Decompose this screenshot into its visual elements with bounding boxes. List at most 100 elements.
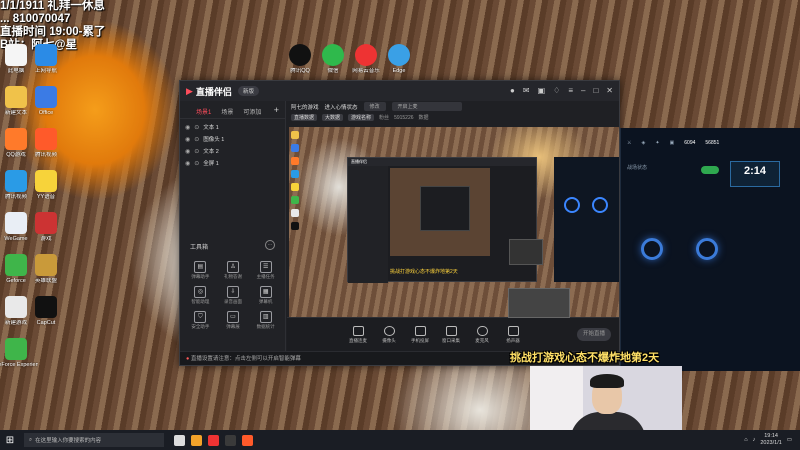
desktop-icon[interactable]: 游戏 — [24, 212, 68, 243]
nested-webcam — [509, 239, 543, 265]
stat-value: 6094 — [684, 140, 696, 146]
desktop-icon-label: 腾讯视频 — [34, 152, 57, 158]
notification-icon[interactable]: ▭ — [787, 437, 792, 443]
control-item[interactable]: 窗口采集 — [440, 326, 462, 344]
version-badge[interactable]: 新版 — [237, 86, 259, 96]
clock[interactable]: 19:14 2023/1/1 — [760, 433, 781, 447]
tool-item[interactable]: ▤ 弹幕助手 — [184, 261, 217, 280]
room-title[interactable]: 阿七的游戏 — [291, 103, 319, 111]
tool-label: 主播任务 — [256, 274, 275, 279]
source-label: 文本 1 — [203, 125, 219, 131]
lock-icon[interactable]: ⊙ — [194, 136, 199, 143]
scene-tabs: 场景1 场景 可添加 + — [180, 101, 285, 119]
tool-item[interactable]: ⇩ 录音画面 — [217, 286, 250, 305]
menu-icon[interactable]: ≡ — [568, 86, 573, 95]
lock-icon[interactable]: ⊙ — [194, 160, 199, 167]
desktop-icon[interactable]: YY语音 — [24, 170, 68, 201]
desktop-icon[interactable]: Edge — [377, 44, 421, 75]
room-info-row: 阿七的游戏 进入心情状态 修改 开启上麦 — [287, 101, 619, 112]
app-icon — [35, 44, 57, 66]
mail-icon[interactable]: ✉ — [523, 86, 530, 95]
eye-icon[interactable]: ◉ — [185, 160, 190, 167]
game-nav-icon[interactable]: ⚔ — [627, 140, 631, 146]
start-stream-button[interactable]: 开始直播 — [577, 328, 611, 341]
maximize-icon[interactable]: □ — [593, 86, 598, 95]
toolbox-title: 工具箱 — [190, 245, 209, 251]
tool-item[interactable]: ◎ 智能助理 — [184, 286, 217, 305]
volume-icon[interactable]: ♪ — [753, 437, 756, 443]
close-icon[interactable]: ✕ — [606, 86, 613, 95]
tool-item[interactable]: ☰ 主播任务 — [249, 261, 282, 280]
tool-item[interactable]: ▦ 弹幕机 — [249, 286, 282, 305]
source-label: 文本 2 — [203, 149, 219, 155]
gift-icon[interactable]: ▣ — [538, 86, 546, 95]
tool-label: 弹幕机 — [258, 299, 273, 304]
control-item[interactable]: 直播连麦 — [347, 326, 369, 344]
meta-tag[interactable]: 大数据 — [322, 114, 344, 121]
game-nav-icon[interactable]: ✦ — [655, 140, 659, 146]
app-icon[interactable] — [208, 434, 219, 446]
desktop-icon-label: CapCut — [36, 320, 56, 326]
tool-item[interactable]: ▭ 弹幕展 — [217, 311, 250, 330]
preview-desktop-icons — [289, 127, 303, 319]
eye-icon[interactable]: ◉ — [185, 136, 190, 143]
tool-item[interactable]: ⛉ 安全助手 — [184, 311, 217, 330]
control-label: 摄像头 — [382, 338, 396, 343]
tab-scene-1[interactable]: 场景1 — [196, 107, 211, 118]
control-item[interactable]: 扬声器 — [502, 326, 524, 344]
room-input[interactable]: 开启上麦 — [391, 102, 462, 111]
source-item[interactable]: ◉ ⊙ 文本 2 — [180, 145, 285, 157]
desktop-icon[interactable]: GeForce Experience — [0, 338, 38, 369]
streaming-app-window[interactable]: ▶ 直播伴侣 新版 ● ✉ ▣ ♢ ≡ – □ ✕ 场景1 场景 可添加 + ◉… — [179, 80, 620, 366]
app-icon[interactable] — [225, 434, 236, 446]
app-icon — [355, 44, 377, 66]
tab-add[interactable]: 可添加 — [243, 107, 261, 118]
game-toggle[interactable] — [701, 166, 719, 174]
tool-item[interactable]: ♙ 礼物答谢 — [217, 261, 250, 280]
eye-icon[interactable]: ◉ — [185, 124, 190, 131]
desktop-icon[interactable]: Office — [24, 86, 68, 117]
control-item[interactable]: 摄像头 — [378, 326, 400, 344]
desktop-icon-label: Edge — [392, 68, 406, 74]
minimize-icon[interactable]: – — [581, 86, 585, 95]
desktop-icon[interactable]: CapCut — [24, 296, 68, 327]
game-nav-icon[interactable]: ▣ — [670, 140, 675, 146]
shirt-icon[interactable]: ♢ — [553, 86, 560, 95]
desktop-icon[interactable]: 英雄联盟 — [24, 254, 68, 285]
eye-icon[interactable]: ◉ — [185, 148, 190, 155]
lock-icon[interactable]: ⊙ — [194, 124, 199, 131]
toolbox-more-icon[interactable]: ··· — [265, 240, 275, 250]
status-text: 直播设置请注意：点击左侧可以开启智能弹幕 — [190, 356, 301, 362]
windows-start-icon[interactable]: ⊞ — [0, 435, 20, 446]
avatar-icon[interactable]: ● — [510, 86, 515, 95]
meta-tag[interactable]: 直播数据 — [291, 114, 318, 121]
taskbar-apps — [174, 434, 253, 446]
meta-tag[interactable]: 游戏名称 — [348, 114, 375, 121]
counter-value: 2:14 — [743, 165, 767, 177]
overlay-line-3: 直播时间 19:00-累了 — [0, 26, 106, 38]
source-item[interactable]: ◉ ⊙ 文本 1 — [180, 121, 285, 133]
control-label: 手机投屏 — [411, 338, 429, 343]
desktop-icon[interactable]: 上网导航 — [24, 44, 68, 75]
tool-item[interactable]: ▥ 数据统计 — [249, 311, 282, 330]
task-view-icon[interactable] — [174, 434, 185, 446]
preview-game-panel — [554, 157, 619, 282]
desktop-icon[interactable]: 腾讯视频 — [24, 128, 68, 159]
control-item[interactable]: 麦克风 — [471, 326, 493, 344]
lock-icon[interactable]: ⊙ — [194, 148, 199, 155]
search-icon: ⌕ — [29, 436, 33, 443]
game-nav-icon[interactable]: ◈ — [641, 140, 645, 146]
app-icon[interactable] — [242, 434, 253, 446]
taskbar-search[interactable]: ⌕ 在这里输入你要搜索的内容 — [24, 433, 164, 447]
network-icon[interactable]: ⌂ — [744, 437, 747, 443]
add-scene-icon[interactable]: + — [274, 105, 279, 115]
source-item[interactable]: ◉ ⊙ 全屏 1 — [180, 157, 285, 169]
tool-label: 录音画面 — [223, 299, 242, 304]
room-edit-button[interactable]: 修改 — [363, 102, 386, 111]
app-icon[interactable] — [191, 434, 202, 446]
nested-title: 直播伴侣 — [348, 158, 536, 166]
tab-scene[interactable]: 场景 — [221, 107, 233, 118]
control-item[interactable]: 手机投屏 — [409, 326, 431, 344]
title-bar[interactable]: ▶ 直播伴侣 新版 ● ✉ ▣ ♢ ≡ – □ ✕ — [180, 81, 619, 101]
source-item[interactable]: ◉ ⊙ 图像头 1 — [180, 133, 285, 145]
